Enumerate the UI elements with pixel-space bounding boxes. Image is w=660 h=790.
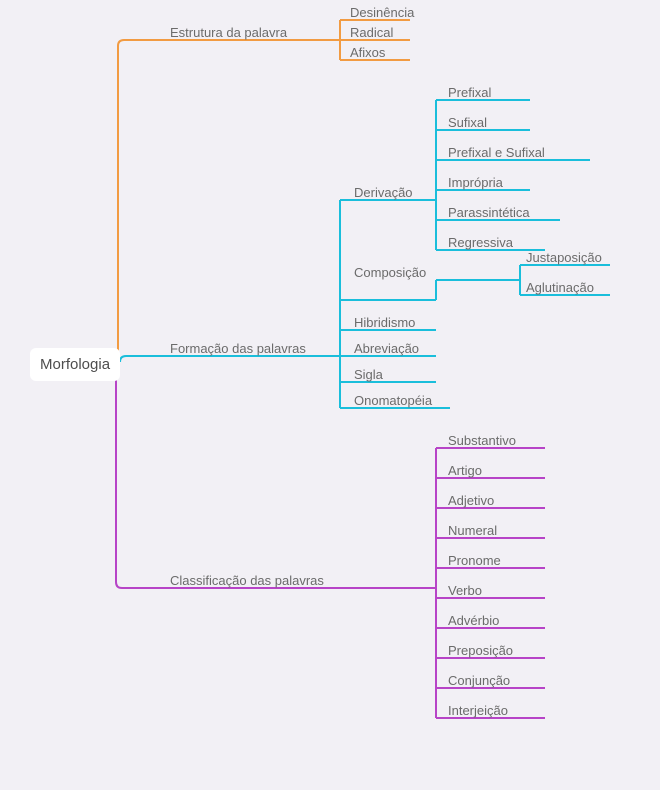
leaf-aglutinacao: Aglutinação (526, 280, 594, 295)
leaf-adverbio: Advérbio (448, 613, 499, 628)
root-node: Morfologia (30, 348, 120, 381)
leaf-afixos: Afixos (350, 45, 385, 60)
leaf-artigo: Artigo (448, 463, 482, 478)
leaf-impropria: Imprópria (448, 175, 503, 190)
leaf-desinencia: Desinência (350, 5, 414, 20)
leaf-numeral: Numeral (448, 523, 497, 538)
leaf-onomatopeia: Onomatopéia (354, 393, 432, 408)
leaf-justaposicao: Justaposição (526, 250, 602, 265)
leaf-adjetivo: Adjetivo (448, 493, 494, 508)
branch-formacao: Formação das palavras (170, 341, 306, 356)
leaf-interjeicao: Interjeição (448, 703, 508, 718)
leaf-abreviacao: Abreviação (354, 341, 419, 356)
leaf-prefixal-sufixal: Prefixal e Sufixal (448, 145, 545, 160)
branch-classificacao: Classificação das palavras (170, 573, 324, 588)
leaf-prefixal: Prefixal (448, 85, 491, 100)
leaf-radical: Radical (350, 25, 393, 40)
leaf-sigla: Sigla (354, 367, 383, 382)
branch-derivacao: Derivação (354, 185, 413, 200)
leaf-regressiva: Regressiva (448, 235, 513, 250)
branch-estrutura: Estrutura da palavra (170, 25, 287, 40)
leaf-verbo: Verbo (448, 583, 482, 598)
leaf-conjuncao: Conjunção (448, 673, 510, 688)
leaf-parassintetica: Parassintética (448, 205, 530, 220)
leaf-substantivo: Substantivo (448, 433, 516, 448)
leaf-pronome: Pronome (448, 553, 501, 568)
branch-composicao: Composição (354, 265, 426, 280)
leaf-hibridismo: Hibridismo (354, 315, 415, 330)
leaf-sufixal: Sufixal (448, 115, 487, 130)
leaf-preposicao: Preposição (448, 643, 513, 658)
